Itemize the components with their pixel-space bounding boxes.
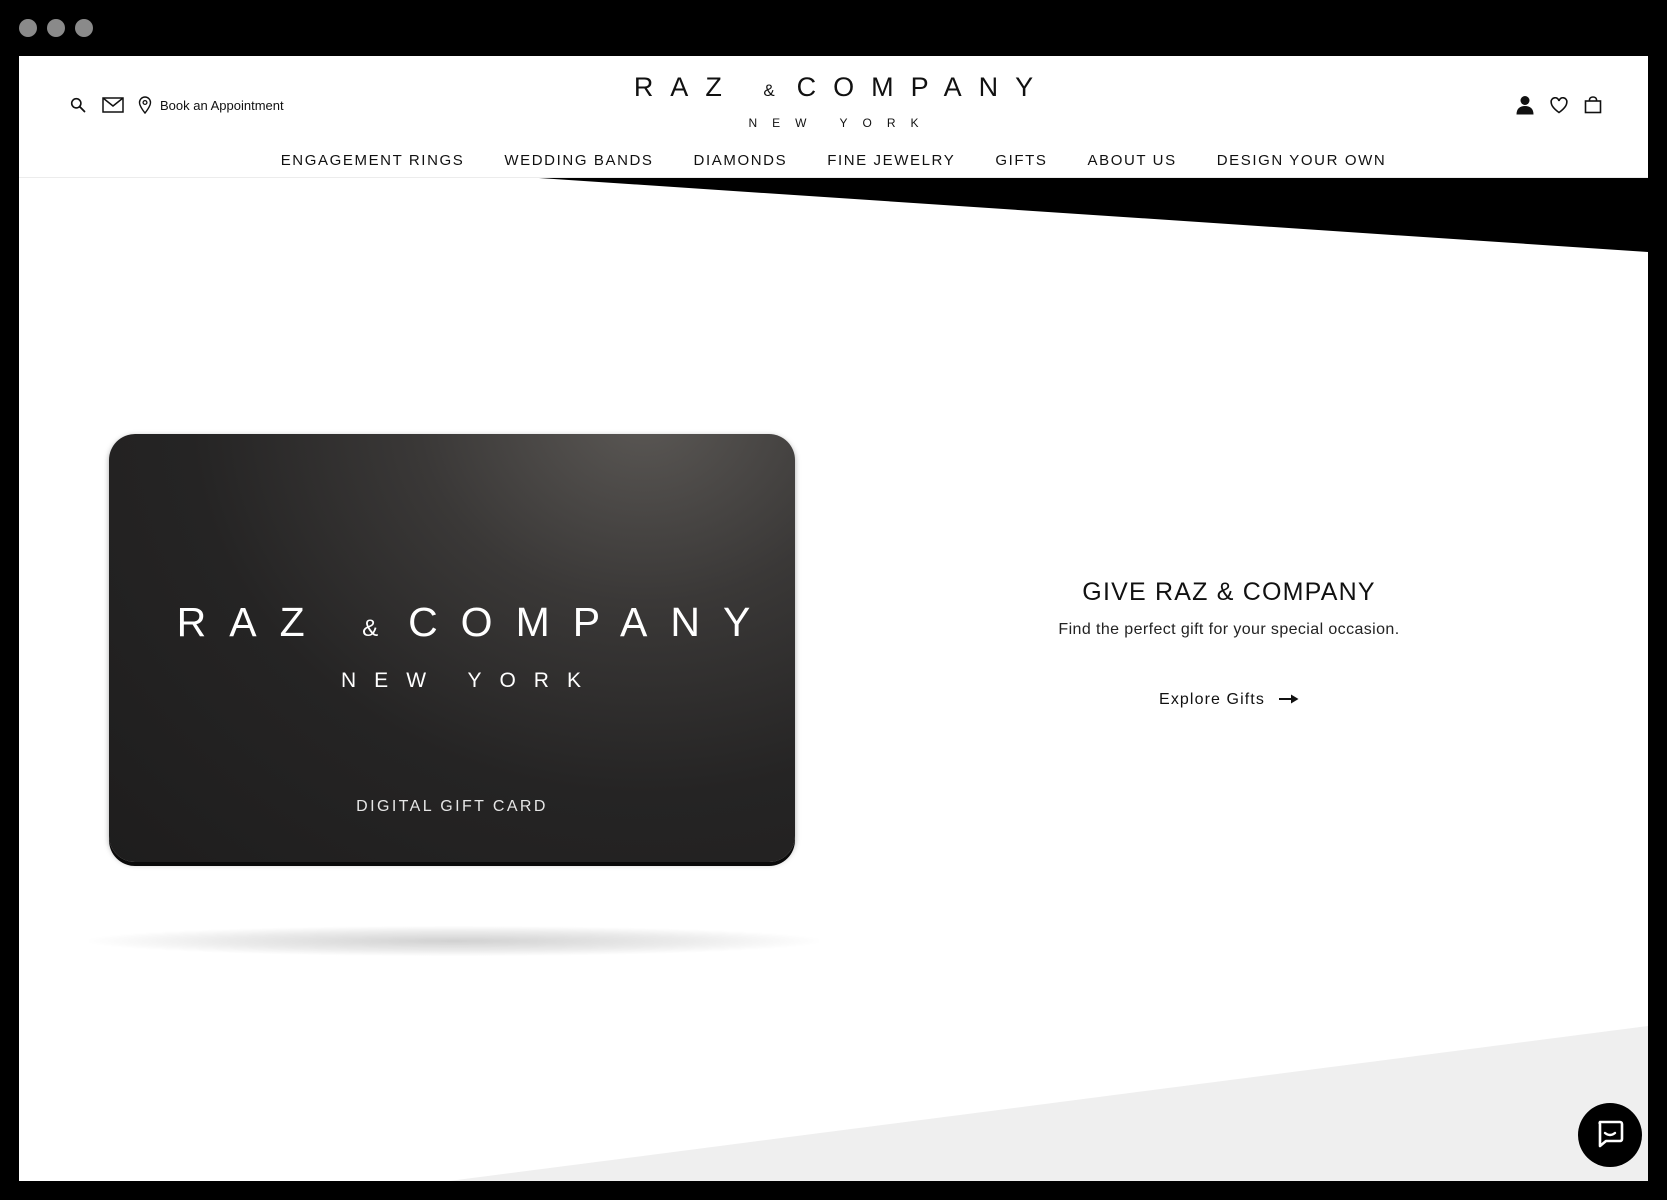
heart-icon[interactable] <box>1548 94 1570 116</box>
nav-item-about-us[interactable]: ABOUT US <box>1087 152 1176 169</box>
nav-item-design-your-own[interactable]: DESIGN YOUR OWN <box>1217 152 1387 169</box>
window-dot-minimize[interactable] <box>47 19 65 37</box>
promo-description: Find the perfect gift for your special o… <box>1058 621 1400 638</box>
logo-wordmark: RAZ &COMPANY <box>633 72 1051 102</box>
arrow-right-icon <box>1278 691 1299 709</box>
site-logo[interactable]: RAZ &COMPANY NEW YORK <box>19 72 1648 131</box>
top-black-wedge <box>524 177 1648 252</box>
gift-card-image[interactable]: RAZ &COMPANY NEW YORK DIGITAL GIFT CARD <box>109 434 795 862</box>
promo-title: GIVE RAZ & COMPANY <box>1082 578 1376 606</box>
explore-gifts-label: Explore Gifts <box>1159 691 1265 708</box>
chat-icon <box>1595 1118 1625 1153</box>
gift-card-brand: RAZ &COMPANY <box>176 599 774 645</box>
window-dot-close[interactable] <box>19 19 37 37</box>
window-dot-maximize[interactable] <box>75 19 93 37</box>
nav-item-fine-jewelry[interactable]: FINE JEWELRY <box>827 152 955 169</box>
nav-item-wedding-bands[interactable]: WEDDING BANDS <box>504 152 653 169</box>
bottom-grey-wedge <box>449 1026 1648 1181</box>
gift-card-floor-shadow <box>89 926 819 956</box>
chat-launcher-button[interactable] <box>1578 1103 1642 1167</box>
explore-gifts-link[interactable]: Explore Gifts <box>1159 691 1299 709</box>
nav-item-diamonds[interactable]: DIAMONDS <box>694 152 788 169</box>
site-header: Book an Appointment RAZ &COMPANY NEW YOR… <box>19 56 1648 178</box>
gift-card-brand-subtitle: NEW YORK <box>341 669 599 692</box>
header-account-actions <box>1514 94 1604 116</box>
nav-item-engagement-rings[interactable]: ENGAGEMENT RINGS <box>281 152 465 169</box>
nav-item-gifts[interactable]: GIFTS <box>995 152 1047 169</box>
window-controls <box>19 19 93 37</box>
browser-viewport: Book an Appointment RAZ &COMPANY NEW YOR… <box>19 56 1648 1181</box>
logo-subtitle: NEW YORK <box>748 116 934 130</box>
main-navigation: ENGAGEMENT RINGS WEDDING BANDS DIAMONDS … <box>19 152 1648 169</box>
gift-card-label: DIGITAL GIFT CARD <box>356 798 548 815</box>
gift-promo: GIVE RAZ & COMPANY Find the perfect gift… <box>979 578 1479 709</box>
user-icon[interactable] <box>1514 94 1536 116</box>
shopping-bag-icon[interactable] <box>1582 94 1604 116</box>
